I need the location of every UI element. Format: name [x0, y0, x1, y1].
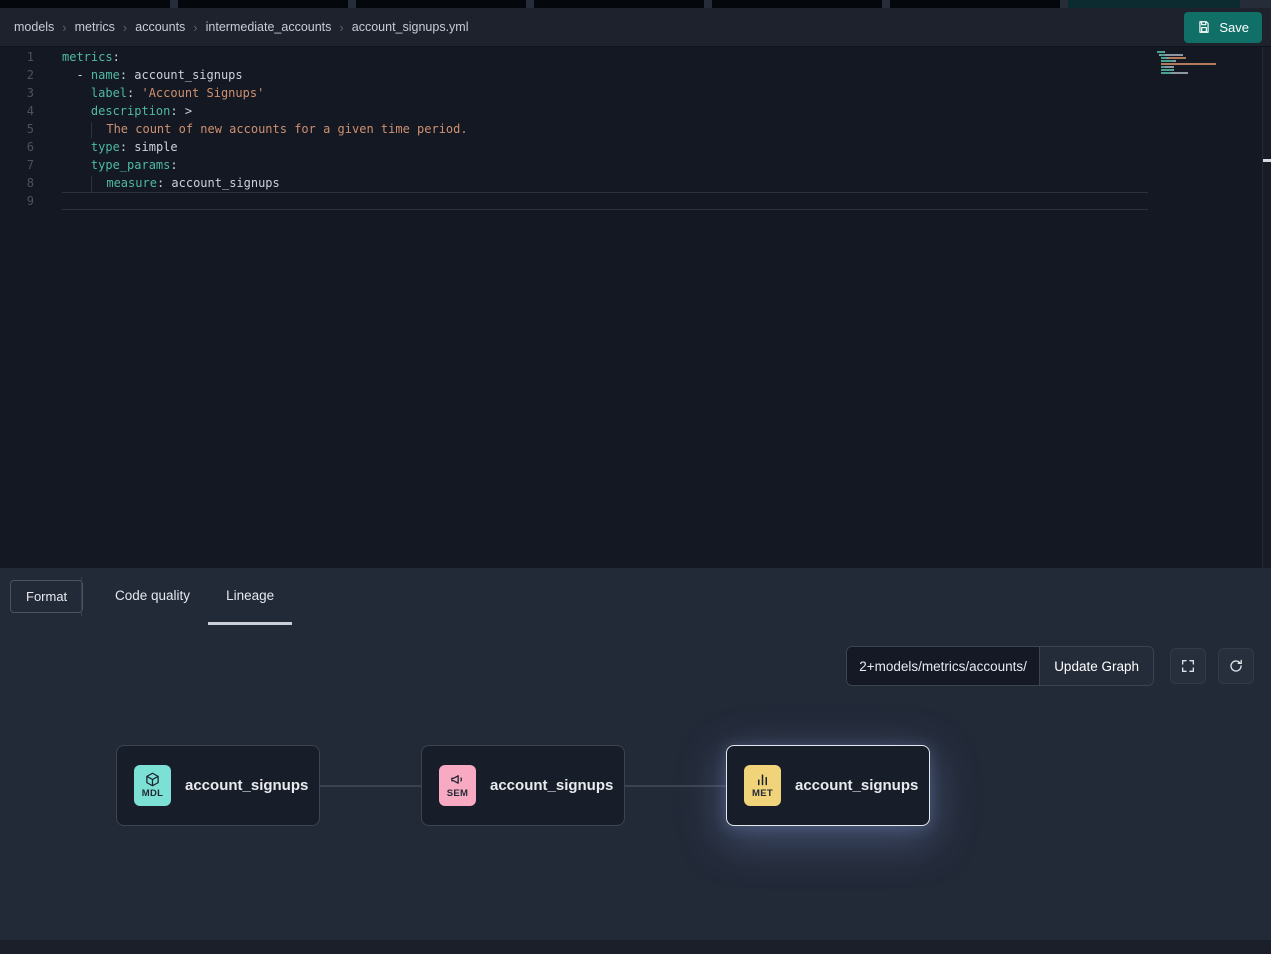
breadcrumb-item[interactable]: models [14, 20, 54, 34]
editor-scrollbar[interactable] [1262, 47, 1271, 568]
tab-code-quality[interactable]: Code quality [97, 568, 208, 625]
metric-node-badge: MET [744, 765, 781, 806]
bar-chart-icon [755, 772, 770, 787]
chevron-separator-icon: › [123, 20, 127, 35]
refresh-button[interactable] [1218, 648, 1254, 684]
window-tab[interactable] [712, 0, 882, 8]
breadcrumb-item[interactable]: account_signups.yml [352, 20, 469, 34]
code-line[interactable]: 4 description: > [0, 102, 1271, 120]
fullscreen-icon [1180, 658, 1196, 674]
line-number: 7 [0, 156, 34, 174]
footer-strip [0, 940, 1271, 954]
model-node-badge: MDL [134, 765, 171, 806]
line-number: 9 [0, 192, 34, 210]
code-line[interactable]: 2 - name: account_signups [0, 66, 1271, 84]
line-number: 1 [0, 48, 34, 66]
refresh-icon [1228, 658, 1244, 674]
floppy-disk-icon [1197, 20, 1211, 34]
panel-tab-row: Format Code qualityLineage [0, 568, 1271, 625]
chevron-separator-icon: › [62, 20, 66, 35]
bottom-panel: Format Code qualityLineage Update Graph [0, 568, 1271, 940]
code-lines: 1metrics:2 - name: account_signups3 labe… [0, 48, 1271, 210]
window-tab[interactable] [356, 0, 526, 8]
code-line[interactable]: 3 label: 'Account Signups' [0, 84, 1271, 102]
megaphone-icon [450, 772, 465, 787]
lineage-selector-input[interactable] [847, 647, 1039, 685]
line-number: 5 [0, 120, 34, 138]
tab-lineage[interactable]: Lineage [208, 568, 292, 625]
chevron-separator-icon: › [339, 20, 343, 35]
lineage-node-semantic-model[interactable]: SEM account_signups [421, 745, 625, 826]
lineage-node-metric[interactable]: MET account_signups [726, 745, 930, 826]
lineage-selector-group: Update Graph [846, 646, 1154, 686]
cube-icon [145, 772, 160, 787]
window-tab[interactable] [890, 0, 1060, 8]
line-number: 2 [0, 66, 34, 84]
line-number: 4 [0, 102, 34, 120]
vertical-divider [81, 577, 82, 616]
node-name: account_signups [795, 777, 918, 794]
semantic-node-badge: SEM [439, 765, 476, 806]
node-type-label: MET [752, 788, 773, 799]
breadcrumb-item[interactable]: accounts [135, 20, 185, 34]
node-name: account_signups [490, 777, 613, 794]
ide-window: models › metrics › accounts › intermediate_acc… [0, 0, 1271, 954]
scrollbar-marker [1263, 159, 1271, 162]
window-tab[interactable] [534, 0, 704, 8]
code-line[interactable]: 8 measure: account_signups [0, 174, 1271, 192]
lineage-edge [625, 785, 727, 787]
save-button[interactable]: Save [1184, 12, 1262, 43]
window-tab[interactable] [0, 0, 170, 8]
panel-tabs: Code qualityLineage [97, 568, 292, 625]
chevron-separator-icon: › [193, 20, 197, 35]
window-tab-strip [0, 0, 1271, 8]
node-type-label: SEM [447, 788, 469, 799]
node-name: account_signups [185, 777, 308, 794]
lineage-node-model[interactable]: MDL account_signups [116, 745, 320, 826]
line-number: 8 [0, 174, 34, 192]
format-button[interactable]: Format [10, 580, 83, 613]
lineage-edge [320, 785, 422, 787]
breadcrumb-bar: models › metrics › accounts › intermediate_acc… [0, 8, 1271, 47]
line-number: 6 [0, 138, 34, 156]
update-graph-button[interactable]: Update Graph [1039, 647, 1153, 685]
line-number: 3 [0, 84, 34, 102]
code-editor[interactable]: 1metrics:2 - name: account_signups3 labe… [0, 47, 1271, 568]
code-line[interactable]: 6 type: simple [0, 138, 1271, 156]
window-tab[interactable] [178, 0, 348, 8]
lineage-toolbar: Update Graph [846, 646, 1254, 686]
code-line[interactable]: 1metrics: [0, 48, 1271, 66]
code-line[interactable]: 7 type_params: [0, 156, 1271, 174]
node-type-label: MDL [142, 788, 163, 799]
minimap[interactable] [1157, 51, 1219, 78]
breadcrumb: models › metrics › accounts › intermediate_acc… [14, 20, 469, 35]
breadcrumb-item[interactable]: metrics [75, 20, 115, 34]
save-button-label: Save [1219, 20, 1249, 35]
fullscreen-button[interactable] [1170, 648, 1206, 684]
code-line[interactable]: 5 The count of new accounts for a given … [0, 120, 1271, 138]
code-line[interactable]: 9 [0, 192, 1271, 210]
breadcrumb-item[interactable]: intermediate_accounts [206, 20, 332, 34]
window-tab[interactable] [1068, 0, 1240, 8]
